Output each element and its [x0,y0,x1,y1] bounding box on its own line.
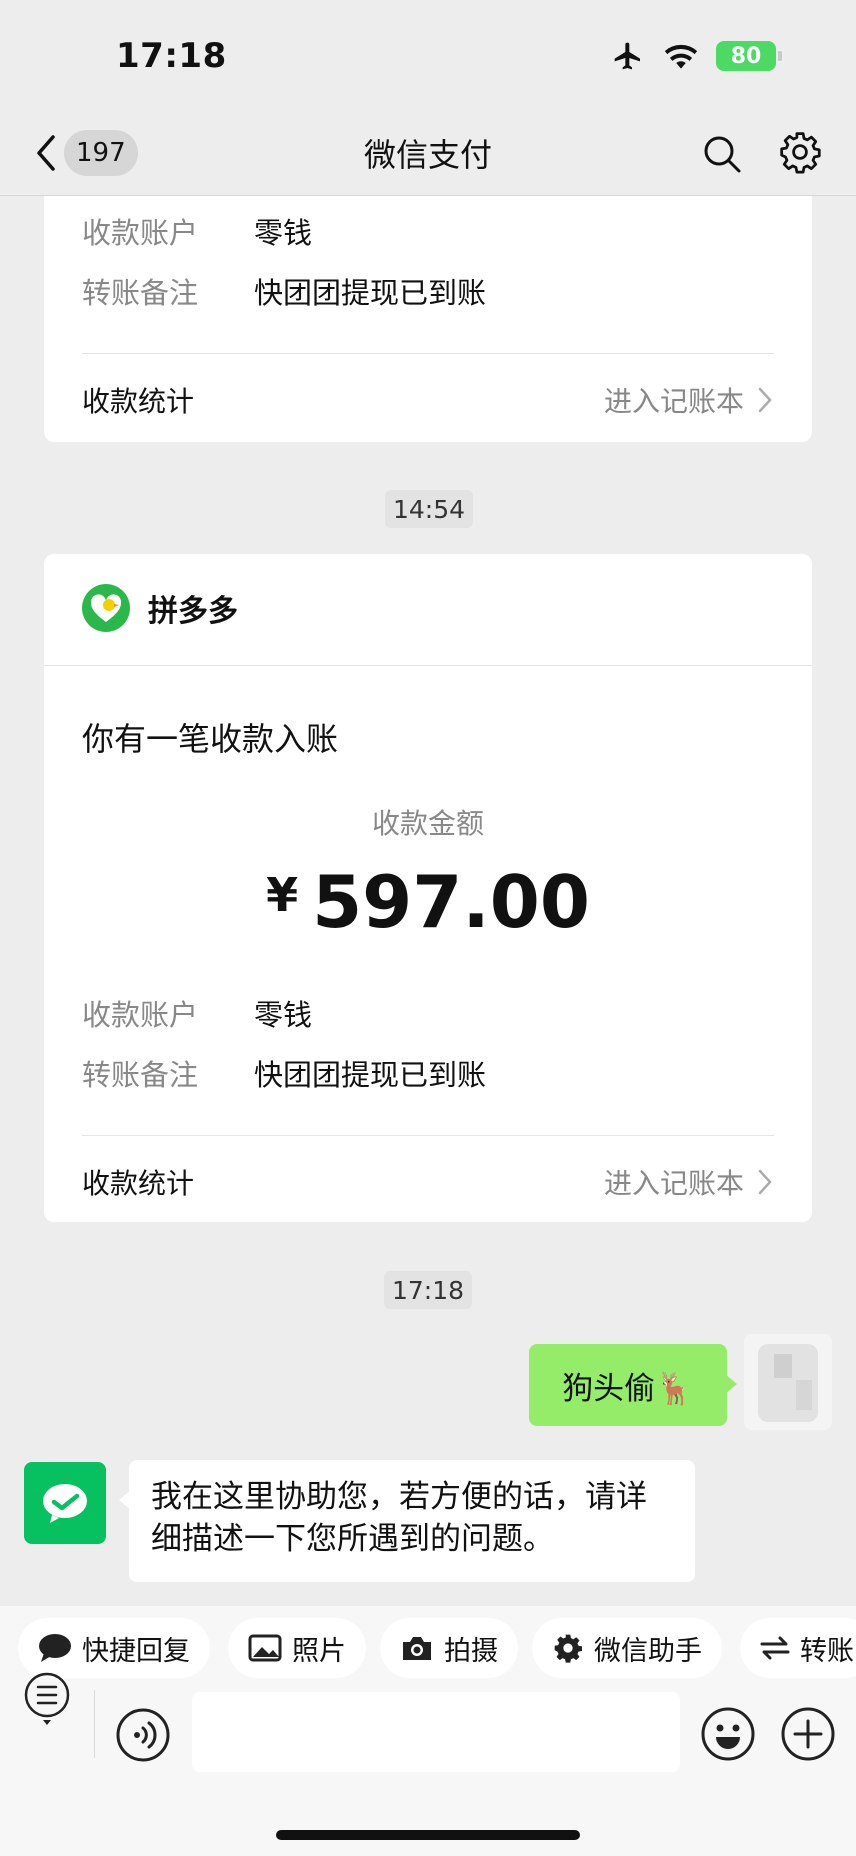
pinduoduo-logo-icon [82,584,130,632]
quick-reply-label: 快捷回复 [82,1635,190,1667]
wechat-pay-avatar[interactable] [24,1462,106,1544]
wechat-pay-logo-icon [43,1484,87,1523]
detail-row-note: 转账备注 快团团提现已到账 [82,1052,486,1094]
detail-value: 零钱 [254,216,313,250]
voice-icon [116,1708,170,1762]
plus-icon [781,1707,835,1761]
chevron-right-icon [758,1169,772,1195]
menu-toggle-button[interactable] [22,1670,72,1730]
card-headline: 你有一笔收款入账 [82,720,339,758]
image-icon [248,1634,282,1662]
ledger-link[interactable]: 进入记账本 [604,1162,772,1202]
airplane-icon [614,42,640,70]
status-time: 17:18 [116,36,227,76]
emoji-button[interactable] [700,1706,756,1762]
timestamp: 14:54 [385,490,473,528]
battery-indicator: 80 [716,41,782,71]
detail-label: 转账备注 [82,1058,199,1092]
transfer-label: 转账 [800,1635,854,1667]
photo-label: 照片 [292,1635,346,1667]
camera-label: 拍摄 [444,1635,498,1667]
detail-label: 收款账户 [82,216,199,250]
search-button[interactable] [700,132,744,176]
payment-card[interactable]: 拼多多 你有一笔收款入账 收款金额 ¥597.00 收款账户 零钱 转账备注 快… [44,554,812,1222]
timestamp: 17:18 [384,1271,472,1309]
search-icon [704,136,741,173]
voice-input-button[interactable] [116,1708,170,1762]
message-input[interactable] [192,1692,680,1772]
ledger-link-label: 进入记账本 [603,385,744,418]
input-toolbar: 快捷回复 照片 拍摄 微信助手 转账 [0,1606,856,1856]
status-bar: 17:18 80 [0,0,856,110]
currency-symbol: ¥ [266,868,299,922]
quick-reply-button[interactable]: 快捷回复 [18,1618,210,1678]
camera-icon [403,1637,431,1660]
nav-bar: 197 微信支付 [0,110,856,196]
detail-value: 快团团提现已到账 [254,276,487,310]
detail-row-account: 收款账户 零钱 [82,210,312,252]
settings-button[interactable] [778,130,822,174]
payment-card-previous: 收款账户 零钱 转账备注 快团团提现已到账 收款统计 进入记账本 [44,196,812,442]
transfer-icon [760,1636,790,1660]
stats-label: 收款统计 [82,385,195,418]
ledger-link-label: 进入记账本 [603,1167,744,1200]
gear-icon [780,132,821,174]
photo-button[interactable]: 照片 [228,1618,366,1678]
sender-header: 拼多多 [82,584,238,632]
divider [82,353,774,354]
stats-label: 收款统计 [82,1167,195,1200]
home-indicator [276,1830,580,1840]
divider [82,1135,774,1136]
detail-label: 收款账户 [82,998,199,1032]
avatar[interactable] [744,1334,832,1430]
amount-display: ¥597.00 [44,860,812,944]
battery-level: 80 [730,43,762,69]
detail-value: 快团团提现已到账 [254,1058,487,1092]
chat-bubble-icon [39,1634,71,1662]
gear-icon [554,1634,582,1663]
amount-value: 597.00 [312,860,590,944]
camera-button[interactable]: 拍摄 [380,1618,518,1678]
status-icons: 80 [610,40,782,72]
amount-label: 收款金额 [371,807,484,840]
wechat-assistant-button[interactable]: 微信助手 [532,1618,722,1678]
divider [94,1690,95,1758]
message-bubble-incoming[interactable]: 我在这里协助您，若方便的话，请详细描述一下您所遇到的问题。 [119,1460,695,1582]
wechat-assistant-label: 微信助手 [594,1635,702,1667]
wifi-icon [664,44,698,69]
divider [44,665,812,666]
list-menu-icon [24,1672,70,1725]
chevron-right-icon [758,387,772,413]
detail-row-account: 收款账户 零钱 [82,992,312,1034]
detail-value: 零钱 [254,998,313,1032]
transfer-button[interactable]: 转账 [740,1618,856,1678]
detail-row-note: 转账备注 快团团提现已到账 [82,270,486,312]
sender-name: 拼多多 [148,594,238,629]
more-actions-button[interactable] [780,1706,836,1762]
message-bubble-outgoing[interactable]: 狗头偷🦌 [529,1344,737,1426]
ledger-link[interactable]: 进入记账本 [604,380,772,420]
emoji-icon [701,1707,755,1761]
detail-label: 转账备注 [82,276,199,310]
